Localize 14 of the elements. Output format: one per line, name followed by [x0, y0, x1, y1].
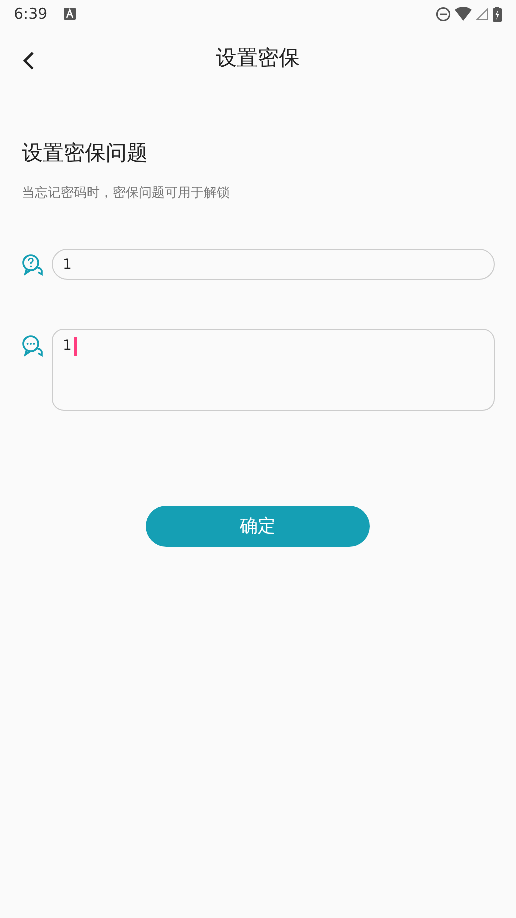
- question-input[interactable]: 1: [52, 249, 495, 280]
- battery-icon: [493, 6, 502, 22]
- wifi-icon: [455, 7, 472, 21]
- chat-bubble-icon: [22, 335, 44, 357]
- do-not-disturb-icon: [436, 6, 451, 22]
- signal-icon: [476, 8, 489, 20]
- hint-text: 当忘记密码时，密保问题可用于解锁: [22, 184, 231, 202]
- page-title: 设置密保: [216, 45, 300, 72]
- status-time: 6:39: [14, 4, 48, 25]
- back-icon[interactable]: [22, 50, 36, 71]
- keyboard-icon: [64, 8, 76, 20]
- answer-box[interactable]: 1: [52, 329, 495, 411]
- section-heading: 设置密保问题: [22, 140, 149, 167]
- question-bubble-icon: [22, 254, 44, 276]
